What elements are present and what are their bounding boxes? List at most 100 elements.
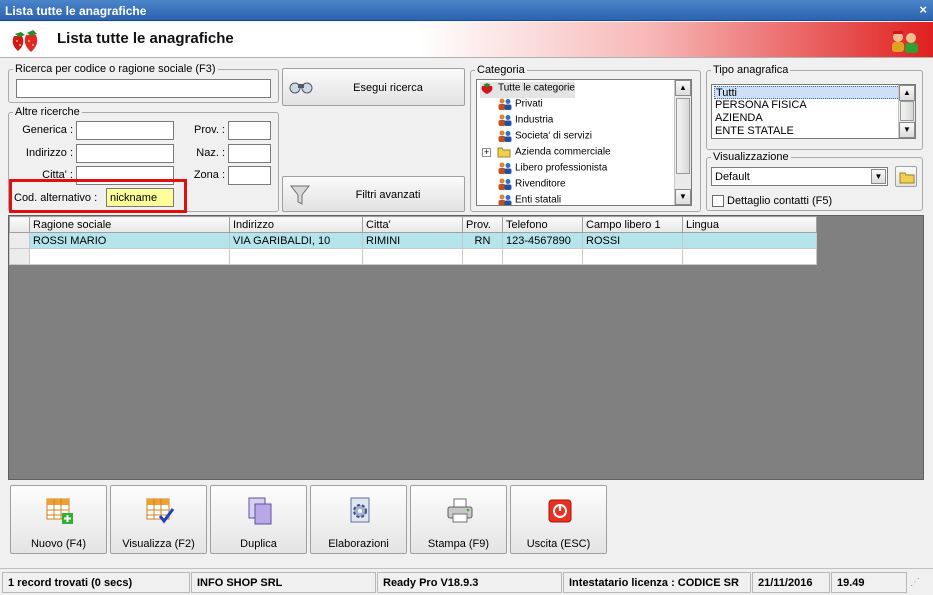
scroll-up-icon[interactable]: ▲ [899, 85, 915, 101]
row-indicator-header [9, 216, 30, 233]
cod-alternativo-field[interactable] [106, 188, 174, 207]
tree-item[interactable]: Privati [497, 98, 543, 114]
column-header-prov[interactable]: Prov. [462, 216, 503, 233]
visualizza-label: Visualizza (F2) [122, 538, 195, 550]
scroll-up-icon[interactable]: ▲ [675, 80, 691, 96]
open-folder-button[interactable] [895, 166, 917, 187]
empty-cell[interactable] [582, 248, 683, 265]
folder-icon [497, 146, 511, 158]
column-header-ragione-sociale[interactable]: Ragione sociale [29, 216, 230, 233]
prov-label: Prov. : [194, 124, 225, 136]
tree-item[interactable]: Societa' di servizi [497, 130, 592, 146]
strawberry-icon [12, 30, 38, 52]
people-icon [497, 178, 512, 190]
tree-item[interactable]: Rivenditore [497, 178, 566, 194]
tipo-scrollbar[interactable]: ▲ ▼ [898, 85, 915, 138]
table-row-empty[interactable] [9, 248, 817, 265]
execute-search-label: Esegui ricerca [353, 82, 423, 94]
cell-ragione-sociale[interactable]: ROSSI MARIO [29, 232, 230, 249]
stampa-label: Stampa (F9) [427, 538, 490, 550]
people-icon [497, 98, 512, 110]
naz-label: Naz. : [196, 147, 225, 159]
people-icon [497, 130, 512, 142]
search-input[interactable] [16, 79, 271, 98]
column-header-citta[interactable]: Citta' [362, 216, 463, 233]
indirizzo-label: Indirizzo : [25, 147, 73, 159]
list-item[interactable]: ENTE STATALE [714, 125, 900, 138]
tree-item[interactable]: Libero professionista [497, 162, 607, 178]
prov-field[interactable] [228, 121, 271, 140]
tipo-legend: Tipo anagrafica [713, 64, 789, 76]
advanced-filters-button[interactable]: Filtri avanzati [282, 176, 465, 212]
execute-search-button[interactable]: Esegui ricerca [282, 68, 465, 106]
cell-citta[interactable]: RIMINI [362, 232, 463, 249]
tree-item[interactable]: Enti statali [497, 194, 561, 205]
scroll-down-icon[interactable]: ▼ [899, 122, 915, 138]
empty-cell[interactable] [362, 248, 463, 265]
naz-field[interactable] [228, 144, 271, 163]
categoria-legend: Categoria [477, 64, 525, 76]
column-header-lingua[interactable]: Lingua [682, 216, 817, 233]
empty-cell[interactable] [682, 248, 817, 265]
binoculars-icon [289, 82, 313, 94]
scroll-down-icon[interactable]: ▼ [675, 189, 691, 205]
cell-campo-libero[interactable]: ROSSI [582, 232, 683, 249]
empty-cell[interactable] [29, 248, 230, 265]
scroll-thumb[interactable] [900, 101, 914, 121]
folder-icon [899, 172, 915, 184]
indirizzo-field[interactable] [76, 144, 174, 163]
visualizza-button[interactable]: Visualizza (F2) [110, 485, 207, 554]
column-header-telefono[interactable]: Telefono [502, 216, 583, 233]
list-item[interactable]: Tutti [714, 86, 900, 99]
column-header-campo-libero[interactable]: Campo libero 1 [582, 216, 683, 233]
uscita-button[interactable]: Uscita (ESC) [510, 485, 607, 554]
row-indicator[interactable] [9, 232, 30, 249]
cell-prov[interactable]: RN [462, 232, 503, 249]
window-title: Lista tutte le anagrafiche [5, 4, 147, 18]
chevron-down-icon[interactable]: ▼ [871, 169, 886, 184]
elaborazioni-label: Elaborazioni [328, 538, 389, 550]
detail-contacts-checkbox[interactable] [712, 195, 724, 207]
tree-item[interactable]: Industria [497, 114, 553, 130]
tree-item-label: Rivenditore [515, 178, 566, 190]
close-icon[interactable]: × [919, 2, 927, 17]
tipo-listbox[interactable]: Tutti PERSONA FISICA AZIENDA ENTE STATALE ▲… [711, 84, 916, 139]
duplicate-icon [248, 497, 272, 525]
tree-item-label: Privati [515, 98, 543, 110]
elaborazioni-button[interactable]: Elaborazioni [310, 485, 407, 554]
visualizzazione-select[interactable]: Default ▼ [711, 167, 888, 186]
generica-field[interactable] [76, 121, 174, 140]
search-legend: Ricerca per codice o ragione sociale (F3… [15, 63, 216, 75]
list-item[interactable]: PERSONA FISICA [714, 99, 900, 112]
row-indicator[interactable] [9, 248, 30, 265]
categoria-scrollbar[interactable]: ▲ ▼ [674, 80, 691, 205]
grid-check-icon [146, 498, 175, 524]
duplica-label: Duplica [240, 538, 277, 550]
cell-telefono[interactable]: 123-4567890 [502, 232, 583, 249]
empty-cell[interactable] [502, 248, 583, 265]
tree-item[interactable]: Azienda commerciale [497, 146, 611, 162]
zona-field[interactable] [228, 166, 271, 185]
status-license: Intestatario licenza : CODICE SR [563, 572, 751, 593]
gear-doc-icon [350, 497, 370, 523]
column-header-indirizzo[interactable]: Indirizzo [229, 216, 363, 233]
empty-cell[interactable] [462, 248, 503, 265]
detail-contacts-label: Dettaglio contatti (F5) [727, 195, 833, 207]
resize-grip-icon[interactable]: ⋰ [910, 577, 920, 588]
duplica-button[interactable]: Duplica [210, 485, 307, 554]
grid-header-row: Ragione sociale Indirizzo Citta' Prov. T… [9, 216, 817, 233]
stampa-button[interactable]: Stampa (F9) [410, 485, 507, 554]
tree-item[interactable]: Tutte le categorie [480, 82, 575, 98]
empty-cell[interactable] [229, 248, 363, 265]
categoria-tree[interactable]: Tutte le categorie Privati Industria Societ… [476, 79, 692, 206]
nuovo-button[interactable]: Nuovo (F4) [10, 485, 107, 554]
grid-add-icon [46, 498, 73, 524]
list-item[interactable]: AZIENDA [714, 112, 900, 125]
data-grid[interactable]: Ragione sociale Indirizzo Citta' Prov. T… [8, 215, 924, 480]
tree-expand-icon[interactable]: + [482, 148, 491, 157]
scroll-thumb[interactable] [676, 98, 690, 174]
cell-lingua[interactable] [682, 232, 817, 249]
users-icon [892, 31, 918, 53]
cell-indirizzo[interactable]: VIA GARIBALDI, 10 [229, 232, 363, 249]
table-row[interactable]: ROSSI MARIO VIA GARIBALDI, 10 RIMINI RN … [9, 232, 817, 249]
